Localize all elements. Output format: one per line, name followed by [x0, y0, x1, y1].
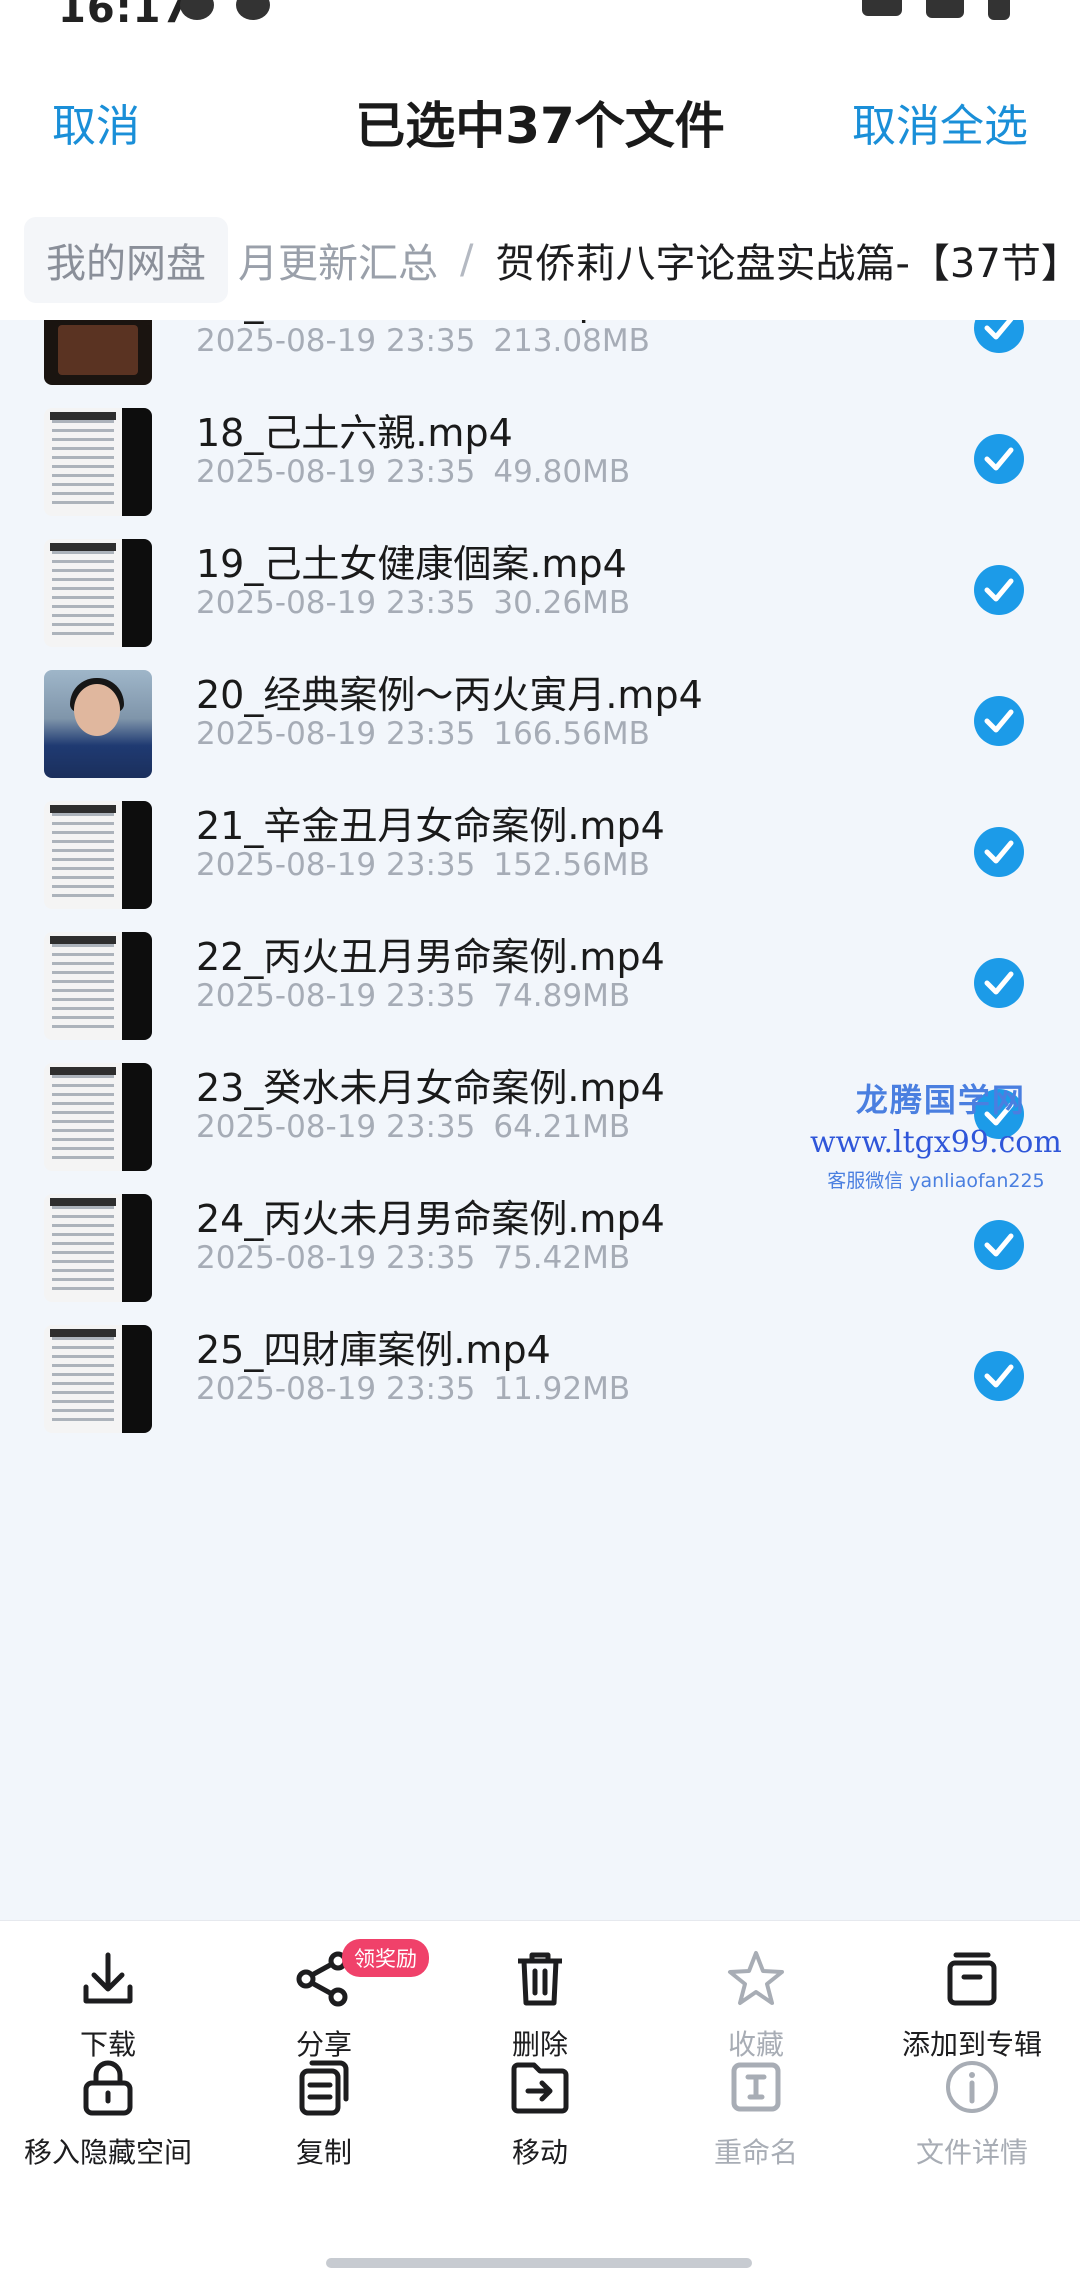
video-thumbnail — [44, 1325, 152, 1433]
copy-icon — [292, 2055, 356, 2119]
file-name: 19_己土女健康個案.mp4 — [196, 542, 627, 586]
breadcrumb-root[interactable]: 我的网盘 — [24, 217, 228, 303]
file-size: 213.08MB — [493, 323, 650, 359]
status-bar: 16:17 — [0, 0, 1080, 40]
selected-check-icon[interactable] — [974, 565, 1024, 615]
video-thumbnail — [44, 539, 152, 647]
file-name: 21_辛金丑月女命案例.mp4 — [196, 804, 665, 848]
file-size: 152.56MB — [493, 847, 650, 883]
toolbar-download-button[interactable]: 下载 — [0, 1947, 216, 2063]
notification-icons — [180, 0, 270, 20]
breadcrumb-middle[interactable]: 月更新汇总 — [238, 231, 438, 289]
selected-check-icon[interactable] — [974, 827, 1024, 877]
toolbar-label: 文件详情 — [915, 2136, 1028, 2169]
file-size: 64.21MB — [493, 1109, 631, 1145]
toolbar-album-button[interactable]: 添加到专辑 — [864, 1947, 1080, 2063]
move-folder-icon — [508, 2055, 572, 2119]
file-list[interactable]: 17_个案练习～左左.mp42025-08-19 23:35213.08MB18… — [0, 320, 1080, 1920]
album-icon — [940, 1947, 1004, 2011]
selected-check-icon[interactable] — [974, 320, 1024, 353]
selected-check-icon[interactable] — [974, 1089, 1024, 1139]
rename-icon — [724, 2055, 788, 2119]
file-size: 75.42MB — [493, 1240, 631, 1276]
unselect-all-button[interactable]: 取消全选 — [852, 90, 1028, 154]
file-name: 22_丙火丑月男命案例.mp4 — [196, 935, 665, 979]
file-size: 11.92MB — [493, 1371, 631, 1407]
file-date: 2025-08-19 23:35 — [196, 1109, 476, 1145]
toolbar-label: 移动 — [511, 2136, 568, 2169]
toolbar-rename-button[interactable]: 重命名 — [648, 2055, 864, 2171]
breadcrumb-current: 贺侨莉八字论盘实战篇-【37节】 — [495, 241, 1080, 287]
video-thumbnail — [44, 408, 152, 516]
file-date: 2025-08-19 23:35 — [196, 1240, 476, 1276]
toolbar-copy-button[interactable]: 复制 — [216, 2055, 432, 2171]
selected-check-icon[interactable] — [974, 958, 1024, 1008]
video-thumbnail — [44, 801, 152, 909]
toolbar-lock-button[interactable]: 移入隐藏空间 — [0, 2055, 216, 2171]
toolbar-share-button[interactable]: 分享 领奖励 — [216, 1939, 432, 2063]
video-thumbnail — [44, 1194, 152, 1302]
file-row[interactable]: 25_四財庫案例.mp4 2025-08-19 23:35 11.92MB — [0, 1325, 1080, 1553]
selection-header: 取消 已选中37个文件 取消全选 — [0, 40, 1080, 200]
file-meta: 2025-08-19 23:35 11.92MB — [196, 1371, 630, 1407]
action-toolbar: 下载 分享 领奖励 删除 收藏 添加到专辑移入隐藏空间 复制 移动 重命名 文件详情 — [0, 1920, 1080, 2288]
file-size: 166.56MB — [493, 716, 650, 752]
file-name: 23_癸水未月女命案例.mp4 — [196, 1066, 665, 1110]
file-date: 2025-08-19 23:35 — [196, 585, 476, 621]
star-icon — [724, 1947, 788, 2011]
file-date: 2025-08-19 23:35 — [196, 847, 476, 883]
download-icon — [76, 1947, 140, 2011]
selected-check-icon[interactable] — [974, 696, 1024, 746]
reward-badge: 领奖励 — [342, 1939, 429, 1977]
signal-icon — [926, 0, 964, 18]
file-meta: 2025-08-19 23:35 49.80MB — [196, 454, 630, 490]
file-meta: 2025-08-19 23:35 74.89MB — [196, 978, 630, 1014]
notification-icon — [180, 0, 214, 20]
system-icons — [862, 0, 1010, 20]
toolbar-label: 复制 — [295, 2136, 352, 2169]
video-thumbnail — [44, 320, 152, 385]
file-size: 30.26MB — [493, 585, 631, 621]
file-meta: 2025-08-19 23:35 30.26MB — [196, 585, 630, 621]
toolbar-info-button[interactable]: 文件详情 — [864, 2055, 1080, 2171]
file-date: 2025-08-19 23:35 — [196, 978, 476, 1014]
file-date: 2025-08-19 23:35 — [196, 454, 476, 490]
file-meta: 2025-08-19 23:35 166.56MB — [196, 716, 650, 752]
home-indicator[interactable] — [326, 2258, 752, 2268]
toolbar-label: 重命名 — [713, 2136, 798, 2169]
toolbar-label: 移入隐藏空间 — [23, 2136, 192, 2169]
video-thumbnail — [44, 1063, 152, 1171]
selected-check-icon[interactable] — [974, 1220, 1024, 1270]
file-size: 49.80MB — [493, 454, 631, 490]
file-date: 2025-08-19 23:35 — [196, 323, 476, 359]
info-icon — [940, 2055, 1004, 2119]
file-meta: 2025-08-19 23:35 152.56MB — [196, 847, 650, 883]
lock-icon — [76, 2055, 140, 2119]
file-name: 25_四財庫案例.mp4 — [196, 1328, 551, 1372]
breadcrumb: 我的网盘 月更新汇总 / 贺侨莉八字论盘实战篇-【37节】 — [0, 200, 1080, 320]
file-date: 2025-08-19 23:35 — [196, 1371, 476, 1407]
breadcrumb-separator: / — [460, 237, 474, 283]
notification-icon — [236, 0, 270, 20]
selected-check-icon[interactable] — [974, 1351, 1024, 1401]
lte-icon — [862, 0, 902, 16]
file-name: 20_经典案例～丙火寅月.mp4 — [196, 673, 703, 717]
toolbar-move-folder-button[interactable]: 移动 — [432, 2055, 648, 2171]
selected-check-icon[interactable] — [974, 434, 1024, 484]
file-size: 74.89MB — [493, 978, 631, 1014]
battery-icon — [988, 0, 1010, 20]
toolbar-star-button[interactable]: 收藏 — [648, 1947, 864, 2063]
video-thumbnail — [44, 670, 152, 778]
file-meta: 2025-08-19 23:35 75.42MB — [196, 1240, 630, 1276]
video-thumbnail — [44, 932, 152, 1040]
file-meta: 2025-08-19 23:35 64.21MB — [196, 1109, 630, 1145]
toolbar-trash-button[interactable]: 删除 — [432, 1947, 648, 2063]
file-name: 24_丙火未月男命案例.mp4 — [196, 1197, 665, 1241]
file-date: 2025-08-19 23:35 — [196, 716, 476, 752]
status-time: 16:17 — [58, 0, 191, 32]
file-name: 18_己土六親.mp4 — [196, 411, 513, 455]
file-meta: 2025-08-19 23:35 213.08MB — [196, 323, 650, 359]
trash-icon — [508, 1947, 572, 2011]
